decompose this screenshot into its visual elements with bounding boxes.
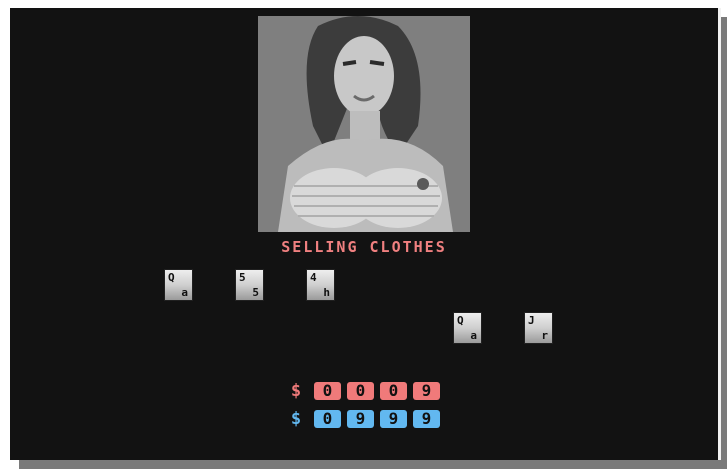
card-suit: a (181, 286, 188, 299)
money-digit: 0 (347, 382, 374, 400)
player-card[interactable]: Q a (164, 269, 193, 301)
money-counter-pink: $ 0 0 0 9 (278, 380, 446, 402)
player-card[interactable]: 5 5 (235, 269, 264, 301)
card-suit: r (541, 329, 548, 342)
money-digit: 0 (314, 410, 341, 428)
money-digit: 9 (413, 410, 440, 428)
money-digit: 9 (380, 410, 407, 428)
money-digit: 0 (380, 382, 407, 400)
game-screen: Selling Clothes Q a 5 5 4 h Q a J r $ 0 … (10, 8, 721, 460)
dollar-icon: $ (290, 409, 302, 429)
opponent-card: Q a (453, 312, 482, 344)
dollar-icon: $ (290, 381, 302, 401)
player-card[interactable]: 4 h (306, 269, 335, 301)
card-rank: 4 (310, 271, 317, 284)
money-digit: 0 (314, 382, 341, 400)
portrait-image (258, 16, 470, 232)
card-rank: Q (168, 271, 175, 284)
money-digit: 9 (347, 410, 374, 428)
money-counter-blue: $ 0 9 9 9 (278, 408, 446, 430)
card-suit: a (470, 329, 477, 342)
card-rank: 5 (239, 271, 246, 284)
money-digit: 9 (413, 382, 440, 400)
card-rank: Q (457, 314, 464, 327)
card-suit: h (323, 286, 330, 299)
card-rank: J (528, 314, 535, 327)
card-suit: 5 (252, 286, 259, 299)
page-title: Selling Clothes (281, 238, 447, 256)
opponent-card: J r (524, 312, 553, 344)
